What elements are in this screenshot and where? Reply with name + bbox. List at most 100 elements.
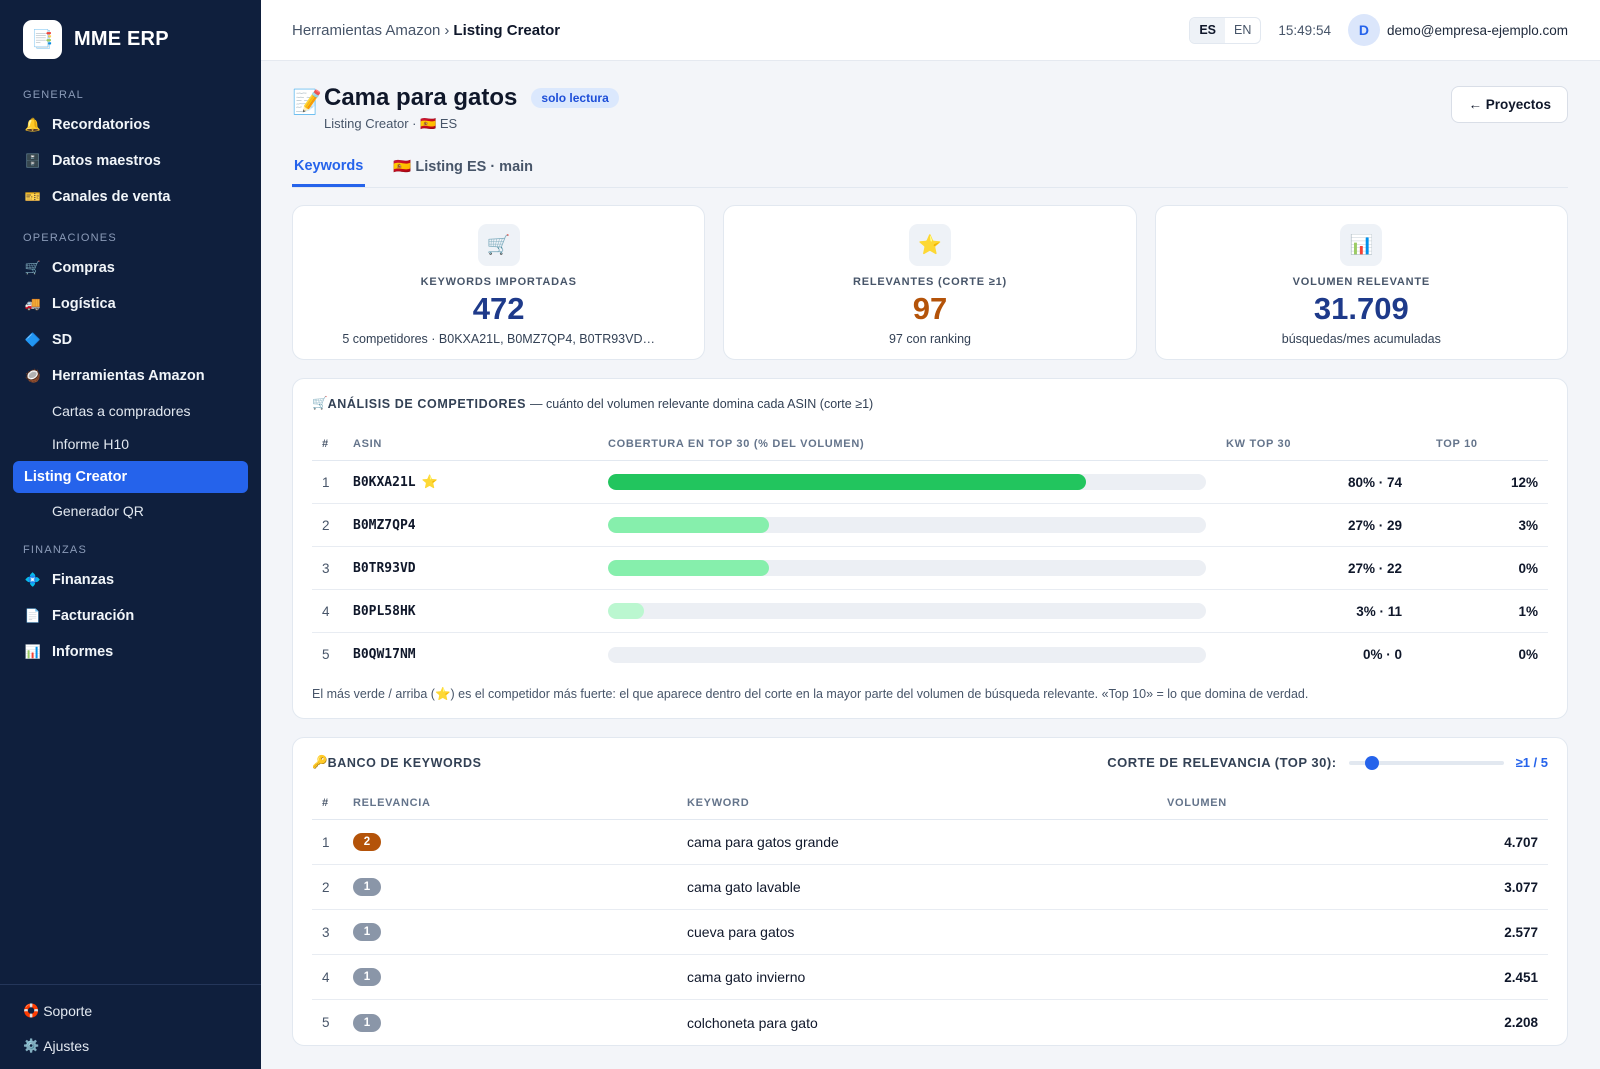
key-icon: 🔑: [312, 755, 328, 769]
competitor-row: 5 B0QW17NM 0% · 0 0%: [312, 633, 1548, 676]
asin-code: B0QW17NM: [353, 647, 416, 662]
col-keyword: KEYWORD: [687, 797, 750, 809]
coverage-cell: [608, 646, 1206, 663]
clock: 15:49:54: [1278, 22, 1331, 38]
competitors-note: El más verde / arriba (⭐) es el competid…: [312, 686, 1309, 701]
sidebar-subitem-generador-qr[interactable]: Generador QR: [0, 494, 261, 527]
gear-icon: ⚙️: [23, 1037, 40, 1053]
keyword-cell: cama para gatos grande: [687, 834, 839, 850]
competitor-row: 2 B0MZ7QP4 27% · 29 3%: [312, 504, 1548, 547]
sidebar-item-informes[interactable]: 📊 Informes: [0, 634, 261, 670]
kw-top30-cell: 27% · 22: [1347, 560, 1402, 576]
star-icon: ⭐: [908, 224, 951, 266]
tab-keywords[interactable]: Keywords: [292, 148, 366, 187]
truck-icon: 🚚: [24, 296, 42, 311]
cart-icon: 🛒: [24, 260, 42, 275]
relevance-slider[interactable]: [1348, 755, 1504, 770]
sidebar-item-label: Canales de venta: [52, 189, 171, 205]
row-number: 5: [322, 1015, 330, 1030]
relevance-slider-handle[interactable]: [1365, 755, 1380, 770]
volume-cell: 2.451: [1504, 969, 1538, 985]
kpi-sub: búsquedas/mes acumuladas: [1281, 332, 1441, 346]
sidebar-item-facturacion[interactable]: 📄 Facturación: [0, 598, 261, 634]
user-email[interactable]: demo@empresa-ejemplo.com: [1387, 23, 1568, 38]
kw-top30-cell: 80% · 74: [1347, 474, 1402, 490]
col-relevance: RELEVANCIA: [353, 797, 431, 809]
ajustes-link[interactable]: ⚙️ Ajustes: [0, 1028, 261, 1063]
row-number: 1: [322, 474, 330, 490]
soporte-link[interactable]: 🛟 Soporte: [0, 993, 261, 1028]
competitor-row: 3 B0TR93VD 27% · 22 0%: [312, 547, 1548, 590]
breadcrumb: Herramientas Amazon › Listing Creator: [292, 22, 560, 39]
cabinet-icon: 🗄️: [24, 153, 42, 168]
breadcrumb-separator: ›: [444, 21, 450, 39]
sidebar-subitem-informe-h10[interactable]: Informe H10: [0, 427, 261, 460]
lifebuoy-icon: 🛟: [23, 1002, 40, 1018]
coverage-cell: [608, 603, 1206, 619]
relevance-badge: 1: [353, 1013, 381, 1032]
coverage-bar: [608, 646, 1206, 663]
row-number: 1: [322, 834, 330, 850]
sidebar-item-herramientas-amazon[interactable]: 🥥 Herramientas Amazon: [0, 358, 261, 394]
breadcrumb-parent[interactable]: Herramientas Amazon: [292, 22, 440, 39]
kpi-value: 97: [912, 291, 948, 326]
section-finanzas: FINANZAS: [23, 544, 87, 556]
relevance-badge: 2: [353, 833, 381, 851]
sidebar-item-label: Recordatorios: [52, 117, 151, 133]
bell-icon: 🔔: [24, 117, 42, 132]
lang-en-button[interactable]: EN: [1225, 18, 1260, 43]
sidebar-item-finanzas[interactable]: 💠 Finanzas: [0, 562, 261, 598]
kpi-label: KEYWORDS IMPORTADAS: [420, 276, 577, 288]
brand[interactable]: 📑 MME ERP: [0, 0, 261, 77]
main-area: Herramientas Amazon › Listing Creator ES E…: [261, 0, 1600, 1069]
topbar: Herramientas Amazon › Listing Creator ES E…: [261, 0, 1600, 61]
tab-listing-es[interactable]: 🇪🇸 Listing ES · main: [391, 148, 535, 187]
competitor-row: 1 B0KXA21L ⭐ 80% · 74 12%: [312, 461, 1548, 504]
breadcrumb-current: Listing Creator: [453, 21, 561, 39]
kpi-relevantes: ⭐ RELEVANTES (CORTE ≥1) 97 97 con rankin…: [723, 205, 1137, 360]
competitors-table-header: # ASIN COBERTURA EN TOP 30 (% DEL VOLUME…: [312, 428, 1548, 461]
sidebar-footer: 🛟 Soporte ⚙️ Ajustes: [0, 984, 261, 1069]
page-title: Cama para gatos: [324, 84, 518, 111]
col-asin: ASIN: [353, 438, 383, 450]
asin-code: B0MZ7QP4: [353, 517, 416, 533]
lang-es-button[interactable]: ES: [1190, 17, 1226, 43]
kw-top30-cell: 0% · 0: [1362, 647, 1402, 662]
sidebar-item-recordatorios[interactable]: 🔔 Recordatorios: [0, 107, 261, 143]
relevance-slider-label: CORTE DE RELEVANCIA (TOP 30):: [1107, 755, 1337, 770]
asin-cell: B0KXA21L ⭐: [353, 475, 608, 490]
readonly-badge: solo lectura: [531, 88, 619, 108]
competitors-rows: 1 B0KXA21L ⭐ 80% · 74 12% 2 B0MZ7QP4 27% · 29 3%…: [312, 461, 1548, 676]
sidebar-item-logistica[interactable]: 🚚 Logística: [0, 286, 261, 322]
bar-chart-icon: 📊: [24, 644, 42, 659]
star-icon: ⭐: [421, 474, 438, 490]
avatar[interactable]: D: [1347, 14, 1380, 46]
coverage-bar: [608, 474, 1206, 490]
keyword-table-header: # RELEVANCIA KEYWORD VOLUMEN: [312, 787, 1548, 820]
relevance-cell: 1: [353, 923, 687, 941]
volume-cell: 3.077: [1504, 879, 1538, 895]
keyword-rows: 1 2 cama para gatos grande 4.707 2 1 cama gato…: [312, 820, 1548, 1045]
sidebar-item-sd[interactable]: 🔷 SD: [0, 322, 261, 358]
asin-cell: B0PL58HK: [353, 604, 608, 619]
sidebar-item-label: Finanzas: [52, 572, 115, 588]
keyword-row: 3 1 cueva para gatos 2.577: [312, 910, 1548, 955]
soporte-label: Soporte: [43, 1002, 93, 1019]
top10-cell: 0%: [1518, 647, 1538, 662]
coverage-cell: [608, 517, 1206, 533]
sidebar-item-compras[interactable]: 🛒 Compras: [0, 250, 261, 286]
relevance-cutoff: CORTE DE RELEVANCIA (TOP 30): ≥1 / 5: [1107, 755, 1548, 770]
back-to-projects-button[interactable]: ← Proyectos: [1451, 86, 1568, 123]
kw-top30-cell: 3% · 11: [1356, 603, 1402, 619]
coverage-cell: [608, 560, 1206, 576]
asin-cell: B0MZ7QP4: [353, 518, 608, 533]
asin-code: B0KXA21L: [353, 474, 416, 490]
asin-cell: B0QW17NM: [353, 647, 608, 662]
sidebar-item-label: Logística: [52, 296, 116, 312]
volume-cell: 2.208: [1504, 1015, 1538, 1030]
sidebar-item-datos-maestros[interactable]: 🗄️ Datos maestros: [0, 143, 261, 179]
sidebar-item-canales-de-venta[interactable]: 🎫 Canales de venta: [0, 179, 261, 215]
sidebar-subitem-listing-creator[interactable]: Listing Creator: [13, 461, 248, 493]
sidebar-subitem-cartas[interactable]: Cartas a compradores: [0, 394, 261, 427]
keyword-row: 1 2 cama para gatos grande 4.707: [312, 820, 1548, 865]
